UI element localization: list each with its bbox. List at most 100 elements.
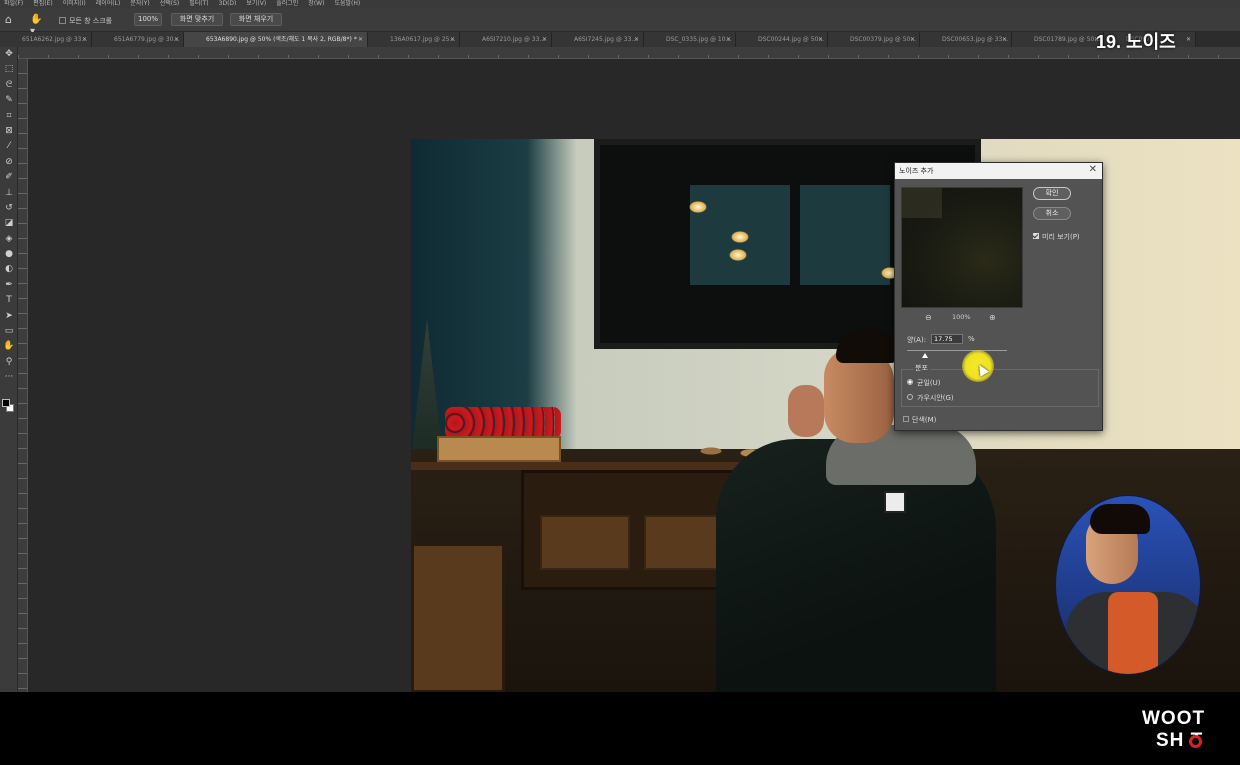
- close-icon[interactable]: ✕: [1089, 164, 1097, 175]
- close-tab-icon[interactable]: ✕: [726, 32, 731, 47]
- zoom-out-icon[interactable]: ⊖: [925, 313, 932, 322]
- paint-bucket-icon[interactable]: ◈: [0, 232, 18, 247]
- cancel-button[interactable]: 취소: [1033, 207, 1071, 220]
- document-tab[interactable]: A6SI7210.jpg @ 33... ✕: [460, 32, 552, 47]
- menu-item[interactable]: 선택(S): [160, 0, 180, 8]
- menu-item[interactable]: 3D(D): [219, 0, 237, 8]
- dodge-tool-icon[interactable]: ◐: [0, 262, 18, 277]
- menu-item[interactable]: 필터(T): [189, 0, 208, 8]
- menu-item[interactable]: 보기(V): [246, 0, 266, 8]
- document-tab[interactable]: 651A6779.jpg @ 30... ✕: [92, 32, 184, 47]
- frame-tool-icon[interactable]: ⊠: [0, 124, 18, 139]
- ruler-tick-label: 400: [738, 55, 768, 58]
- uniform-label: 균일(U): [917, 379, 941, 387]
- fill-screen-button[interactable]: 화면 채우기: [230, 13, 282, 26]
- ruler-tick-label: 400: [498, 55, 528, 58]
- pen-tool-icon[interactable]: ✒: [0, 278, 18, 293]
- document-tab[interactable]: DSC00653.jpg @ 33... ✕: [920, 32, 1012, 47]
- zoom-100-button[interactable]: 100%: [134, 13, 162, 26]
- gaussian-radio[interactable]: 가우시안(G): [907, 393, 954, 403]
- preview-zoom-value: 100%: [952, 313, 971, 321]
- foreground-color-swatch[interactable]: [2, 399, 10, 407]
- document-tab-label: 651A6262.jpg @ 33...: [22, 36, 88, 43]
- zoom-in-icon[interactable]: ⊕: [989, 313, 996, 322]
- type-tool-icon[interactable]: T: [0, 293, 18, 308]
- ruler-tick-label: 1000: [318, 55, 348, 58]
- zoom-tool-icon[interactable]: ⚲: [0, 355, 18, 370]
- marquee-tool-icon[interactable]: ⬚: [0, 62, 18, 77]
- close-tab-icon[interactable]: ✕: [818, 32, 823, 47]
- checkbox-unchecked-icon: [903, 416, 909, 422]
- document-tab[interactable]: 653A6890.jpg @ 50% (색조/채도 1 복사 2, RGB/8*…: [184, 32, 368, 47]
- menu-item[interactable]: 도움말(H): [334, 0, 360, 8]
- document-tab-label: DSC00379.jpg @ 50...: [850, 36, 917, 43]
- preview-checkbox[interactable]: 미리 보기(P): [1033, 232, 1080, 242]
- uniform-radio[interactable]: 균일(U): [907, 378, 940, 388]
- hand-tool-icon[interactable]: ✋▾: [30, 14, 44, 37]
- scroll-all-windows-checkbox[interactable]: 모든 창 스크롤: [59, 16, 112, 26]
- rectangle-tool-icon[interactable]: ▭: [0, 324, 18, 339]
- photoshop-window: 파일(F) 편집(E) 이미지(I) 레이어(L) 문자(Y) 선택(S) 필터(T) 3D(…: [0, 0, 1240, 692]
- menu-item[interactable]: 레이어(L): [96, 0, 121, 8]
- close-tab-icon[interactable]: ✕: [174, 32, 179, 47]
- amount-input[interactable]: 17.75: [931, 334, 963, 344]
- close-tab-icon[interactable]: ✕: [358, 32, 363, 47]
- menu-bar: 파일(F) 편집(E) 이미지(I) 레이어(L) 문자(Y) 선택(S) 필터(T) 3D(…: [0, 0, 1240, 8]
- document-tabs: 651A6262.jpg @ 33... ✕ 651A6779.jpg @ 30..…: [0, 32, 1240, 47]
- close-tab-icon[interactable]: ✕: [82, 32, 87, 47]
- ruler-tick-label: 500: [468, 55, 498, 58]
- home-icon[interactable]: ⌂: [5, 14, 17, 26]
- eyedropper-tool-icon[interactable]: ⁄: [0, 139, 18, 154]
- close-tab-icon[interactable]: ✕: [634, 32, 639, 47]
- move-tool-icon[interactable]: ✥: [0, 47, 18, 62]
- menu-item[interactable]: 파일(F): [4, 0, 23, 8]
- brush-tool-icon[interactable]: ✐: [0, 170, 18, 185]
- amount-slider-thumb[interactable]: [921, 353, 928, 358]
- ruler-tick-label: 900: [348, 55, 378, 58]
- ok-button[interactable]: 확인: [1033, 187, 1071, 200]
- healing-brush-icon[interactable]: ⊘: [0, 155, 18, 170]
- document-tab[interactable]: DSC00379.jpg @ 50... ✕: [828, 32, 920, 47]
- dialog-titlebar[interactable]: 노이즈 추가 ✕: [895, 163, 1102, 179]
- lasso-tool-icon[interactable]: ᘓ: [0, 78, 18, 93]
- close-tab-icon[interactable]: ✕: [450, 32, 455, 47]
- ruler-tick-label: 300: [708, 55, 738, 58]
- ruler-tick-label: 1600: [1098, 55, 1128, 58]
- document-tab[interactable]: DSC00244.jpg @ 50... ✕: [736, 32, 828, 47]
- ruler-tick-label: 0: [618, 55, 648, 58]
- close-tab-icon[interactable]: ✕: [1186, 32, 1191, 47]
- document-tab[interactable]: A6SI7245.jpg @ 33... ✕: [552, 32, 644, 47]
- document-tab[interactable]: 136A0617.jpg @ 25... ✕: [368, 32, 460, 47]
- hand-tool-panel-icon[interactable]: ✋: [0, 339, 18, 354]
- stamp-tool-icon[interactable]: ⊥: [0, 186, 18, 201]
- more-tools-icon[interactable]: ···: [0, 370, 18, 385]
- close-tab-icon[interactable]: ✕: [542, 32, 547, 47]
- ruler-tick-label: 1900: [1188, 55, 1218, 58]
- document-tab[interactable]: 651A6262.jpg @ 33... ✕: [0, 32, 92, 47]
- blur-tool-icon[interactable]: ●: [0, 247, 18, 262]
- add-noise-dialog: 노이즈 추가 ✕ 확인 취소 미리 보기(P) ⊖ 100% ⊕ 양(A): 1…: [894, 162, 1103, 431]
- document-tab[interactable]: DSC01789.jpg @ 50... ✕: [1012, 32, 1104, 47]
- noise-preview-image[interactable]: [901, 187, 1023, 308]
- history-brush-icon[interactable]: ↺: [0, 201, 18, 216]
- ruler-tick-label: 800: [858, 55, 888, 58]
- menu-item[interactable]: 문자(Y): [130, 0, 149, 8]
- menu-item[interactable]: 창(W): [308, 0, 324, 8]
- amount-slider-track[interactable]: [907, 350, 1007, 351]
- close-tab-icon[interactable]: ✕: [910, 32, 915, 47]
- monochrome-checkbox[interactable]: 단색(M): [903, 415, 936, 425]
- fit-screen-button[interactable]: 화면 맞추기: [171, 13, 223, 26]
- magic-wand-tool-icon[interactable]: ✎: [0, 93, 18, 108]
- menu-item[interactable]: 편집(E): [33, 0, 53, 8]
- crop-tool-icon[interactable]: ⌗: [0, 109, 18, 124]
- menu-item[interactable]: 이미지(I): [63, 0, 86, 8]
- menu-item[interactable]: 플러그인: [276, 0, 298, 8]
- document-tab[interactable]: DSC_0335.jpg @ 10... ✕: [644, 32, 736, 47]
- amount-label: 양(A):: [907, 336, 927, 344]
- close-tab-icon[interactable]: ✕: [1002, 32, 1007, 47]
- ruler-tick-label: 800: [378, 55, 408, 58]
- presenter-webcam-overlay: [1055, 495, 1201, 675]
- path-selection-icon[interactable]: ➤: [0, 309, 18, 324]
- ruler-tick-label: 100: [588, 55, 618, 58]
- eraser-tool-icon[interactable]: ◪: [0, 216, 18, 231]
